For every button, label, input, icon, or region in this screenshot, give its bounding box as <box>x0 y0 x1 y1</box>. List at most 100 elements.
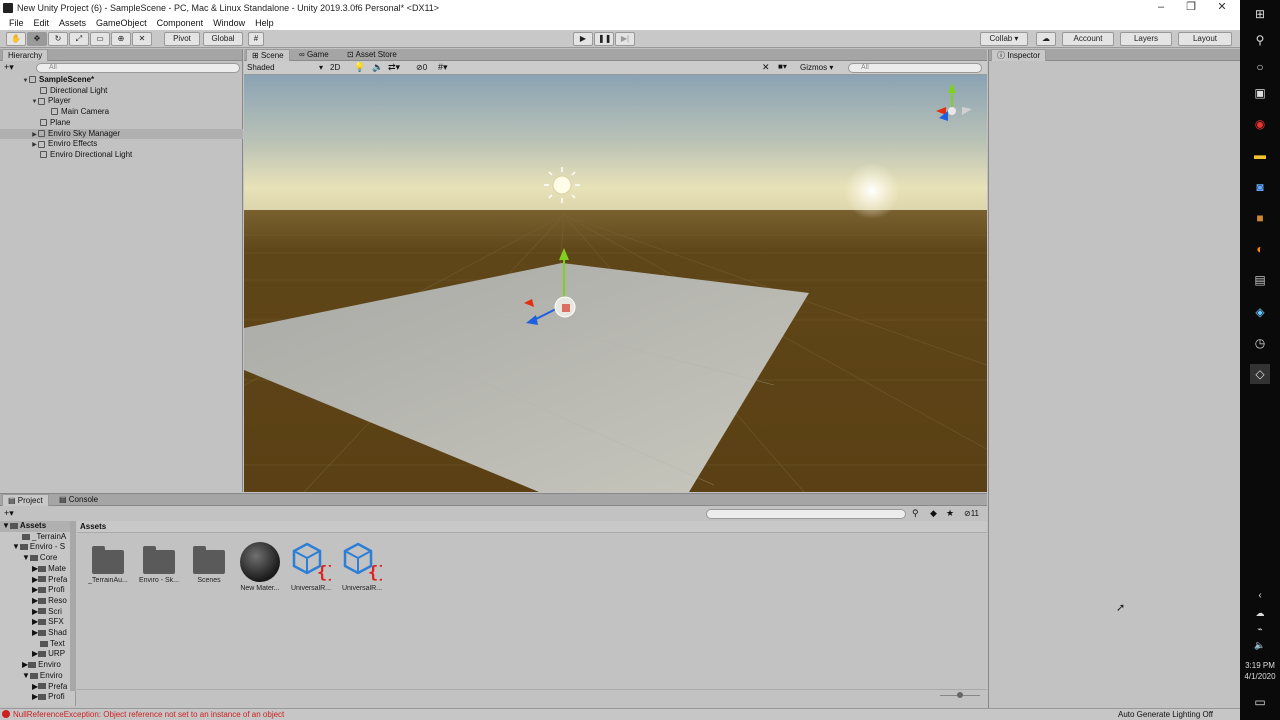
filter-label-icon[interactable]: ◆ <box>930 508 937 519</box>
unity-taskbar-icon[interactable]: ◇ <box>1250 364 1270 384</box>
tree-item[interactable]: ▼ Enviro - S <box>0 542 70 553</box>
clock[interactable]: 3:19 PM 4/1/2020 <box>1240 660 1280 682</box>
hierarchy-item-enviro-sky-manager[interactable]: ▶ Enviro Sky Manager <box>0 128 243 140</box>
asset-urp-renderer[interactable]: {} UniversalR... <box>338 540 386 592</box>
tree-item[interactable]: ▶ Shad <box>0 628 70 639</box>
pause-button[interactable]: ❚❚ <box>594 32 614 46</box>
2d-toggle[interactable]: 2D <box>330 63 340 72</box>
menu-component[interactable]: Component <box>152 18 209 28</box>
chrome-icon[interactable]: ◉ <box>1250 114 1270 134</box>
tree-item[interactable]: ▶ Prefa <box>0 682 70 693</box>
error-message[interactable]: NullReferenceException: Object reference… <box>13 710 284 719</box>
account-dropdown[interactable]: Account <box>1062 32 1114 46</box>
task-view-icon[interactable]: ▣ <box>1250 83 1270 103</box>
cortana-icon[interactable]: ○ <box>1250 57 1270 77</box>
hierarchy-item-enviro-effects[interactable]: ▶ Enviro Effects <box>0 139 243 150</box>
tree-assets[interactable]: ▼ Assets <box>0 521 70 532</box>
tree-scrollbar[interactable] <box>70 521 76 691</box>
layers-dropdown[interactable]: Layers <box>1120 32 1172 46</box>
tab-inspector[interactable]: ⓘ Inspector <box>991 49 1047 61</box>
tree-item[interactable]: ▼ Core <box>0 553 70 564</box>
lighting-icon[interactable]: 💡 <box>354 62 365 73</box>
hierarchy-item-player[interactable]: ▼ Player <box>0 96 243 107</box>
menu-file[interactable]: File <box>4 18 29 28</box>
search-icon[interactable]: ⚲ <box>1250 30 1270 50</box>
davinci-icon[interactable]: ◈ <box>1250 302 1270 322</box>
tree-item[interactable]: ▶ Profi <box>0 692 70 703</box>
tree-item[interactable]: ▶ Reso <box>0 596 70 607</box>
pivot-button[interactable]: Pivot <box>164 32 200 46</box>
tree-item[interactable]: Text <box>0 639 70 650</box>
tree-item[interactable]: ▶ Scri <box>0 607 70 618</box>
asset-folder-enviro[interactable]: Enviro - Sk... <box>135 540 183 584</box>
hierarchy-scene-row[interactable]: ▼ SampleScene* <box>0 75 243 86</box>
tree-item[interactable]: ▶ Mate <box>0 564 70 575</box>
windows-start-icon[interactable]: ⊞ <box>1250 4 1270 24</box>
tree-item[interactable]: ▶ Prefa <box>0 575 70 586</box>
grid-icon[interactable]: #▾ <box>438 62 448 73</box>
asset-urp-asset[interactable]: {} UniversalR... <box>287 540 335 592</box>
tree-item[interactable]: ▶ URP <box>0 649 70 660</box>
global-button[interactable]: Global <box>203 32 243 46</box>
tab-project[interactable]: ▤ Project <box>2 494 49 506</box>
rect-tool-icon[interactable]: ▭ <box>90 32 110 46</box>
hidden-packages-count[interactable]: ⊘11 <box>964 509 979 518</box>
volume-icon[interactable]: 🔈 <box>1250 635 1270 655</box>
rotate-tool-icon[interactable]: ↻ <box>48 32 68 46</box>
file-explorer-icon[interactable]: ▬ <box>1250 145 1270 165</box>
asset-material[interactable]: New Mater... <box>236 540 284 592</box>
hierarchy-search-input[interactable]: All <box>36 63 240 73</box>
close-icon[interactable]: ✕ <box>1207 0 1237 16</box>
tree-item[interactable]: _TerrainA <box>0 532 70 543</box>
tree-item[interactable]: ▶ Profi <box>0 585 70 596</box>
tab-scene[interactable]: ⊞ Scene <box>246 49 290 61</box>
minimize-icon[interactable]: – <box>1146 0 1176 16</box>
add-icon[interactable]: +▾ <box>4 62 14 73</box>
tree-item[interactable]: ▶ SFX <box>0 617 70 628</box>
tools-icon[interactable]: ✕ <box>762 62 770 73</box>
create-icon[interactable]: +▾ <box>4 508 14 519</box>
hierarchy-item-plane[interactable]: Plane <box>0 118 243 129</box>
scale-tool-icon[interactable]: ⤢ <box>69 32 89 46</box>
gizmos-dropdown[interactable]: Gizmos ▾ <box>800 63 833 72</box>
menu-help[interactable]: Help <box>250 18 279 28</box>
project-search-input[interactable] <box>706 509 906 519</box>
hierarchy-item-enviro-directional-light[interactable]: Enviro Directional Light <box>0 150 243 161</box>
hierarchy-item-main-camera[interactable]: Main Camera <box>0 107 243 118</box>
breadcrumb-assets[interactable]: Assets <box>80 522 106 531</box>
scene-search-input[interactable]: All <box>848 63 982 73</box>
menu-gameobject[interactable]: GameObject <box>91 18 152 28</box>
asset-folder-scenes[interactable]: Scenes <box>185 540 233 584</box>
menu-edit[interactable]: Edit <box>29 18 55 28</box>
scene-viewport[interactable] <box>244 75 987 492</box>
filter-type-icon[interactable]: ⚲ <box>912 508 919 519</box>
recorder-icon[interactable]: ◙ <box>1250 177 1270 197</box>
hierarchy-item-directional-light[interactable]: Directional Light <box>0 86 243 97</box>
blender-icon[interactable]: ◐ <box>1250 239 1270 259</box>
menu-window[interactable]: Window <box>208 18 250 28</box>
tab-hierarchy[interactable]: Hierarchy <box>2 49 49 61</box>
shading-dropdown[interactable]: Shaded ▾ <box>247 63 323 72</box>
snap-icon[interactable]: # <box>248 32 264 46</box>
clock-app-icon[interactable]: ◷ <box>1250 333 1270 353</box>
package-icon[interactable]: ■ <box>1250 208 1270 228</box>
zoom-slider-handle[interactable] <box>957 692 963 698</box>
tab-console[interactable]: ▤ Console <box>54 494 103 506</box>
custom-tool-icon[interactable]: ✕ <box>132 32 152 46</box>
lighting-status[interactable]: Auto Generate Lighting Off <box>1118 710 1213 719</box>
tab-asset-store[interactable]: ⊡ Asset Store <box>342 49 402 61</box>
notifications-icon[interactable]: ▭ <box>1250 692 1270 712</box>
restore-icon[interactable]: ❐ <box>1176 0 1206 16</box>
move-tool-icon[interactable]: ✥ <box>27 32 47 46</box>
tab-game[interactable]: ∞ Game <box>294 49 334 61</box>
effects-icon[interactable]: ⇄▾ <box>388 62 400 73</box>
camera-icon[interactable]: ■▾ <box>778 62 787 71</box>
tree-item[interactable]: ▶ Enviro <box>0 660 70 671</box>
hand-tool-icon[interactable]: ✋ <box>6 32 26 46</box>
collab-button[interactable]: Collab ▾ <box>980 32 1028 46</box>
step-button[interactable]: ▶| <box>615 32 635 46</box>
hidden-count[interactable]: ⊘0 <box>416 63 427 72</box>
cloud-icon[interactable]: ☁ <box>1036 32 1056 46</box>
menu-assets[interactable]: Assets <box>54 18 91 28</box>
favorite-icon[interactable]: ★ <box>946 508 954 519</box>
